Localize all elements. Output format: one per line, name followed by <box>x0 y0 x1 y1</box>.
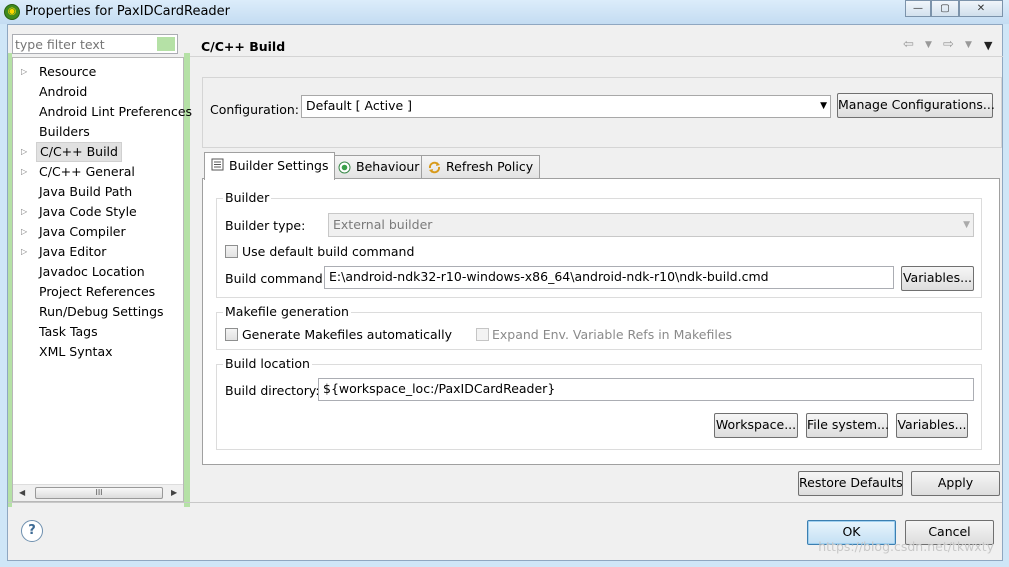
tree-horizontal-scrollbar[interactable]: ◀ III ▶ <box>13 484 183 501</box>
watermark: https://blog.csdn.net/tkwxty <box>818 539 994 554</box>
title-bar: ◉ Properties for PaxIDCardReader — ▢ ✕ <box>0 0 1009 24</box>
builder-group: Builder Builder type: External builder ▼… <box>216 190 982 298</box>
build-directory-label: Build directory: <box>225 383 320 398</box>
build-command-field[interactable]: E:\android-ndk32-r10-windows-x86_64\andr… <box>324 266 894 289</box>
expand-env-checkbox[interactable] <box>476 328 489 341</box>
minimize-button[interactable]: — <box>905 0 931 17</box>
expand-arrow-icon[interactable]: ▷ <box>21 162 27 182</box>
generate-makefiles-checkbox[interactable] <box>225 328 238 341</box>
apply-button[interactable]: Apply <box>911 471 1000 496</box>
workspace-button[interactable]: Workspace... <box>714 413 798 438</box>
tab-behaviour[interactable]: Behaviour <box>331 155 427 179</box>
radio-icon <box>338 161 351 174</box>
configuration-box: Configuration: Default [ Active ] ▼ Mana… <box>202 77 1002 148</box>
use-default-checkbox[interactable] <box>225 245 238 258</box>
expand-arrow-icon[interactable]: ▷ <box>21 142 27 162</box>
footer-separator <box>8 502 1002 503</box>
builder-group-title: Builder <box>223 190 272 205</box>
build-command-label: Build command: <box>225 271 327 286</box>
builder-variables-button[interactable]: Variables... <box>901 266 974 291</box>
back-icon[interactable]: ⇦ <box>903 37 914 52</box>
forward-icon[interactable]: ⇨ <box>943 37 954 52</box>
window-title: Properties for PaxIDCardReader <box>25 4 231 19</box>
makefile-group-title: Makefile generation <box>223 304 351 319</box>
dropdown-arrow-icon: ▼ <box>963 220 970 230</box>
location-variables-button[interactable]: Variables... <box>896 413 968 438</box>
tab-builder-settings[interactable]: Builder Settings <box>204 152 336 180</box>
makefile-group: Makefile generation Generate Makefiles a… <box>216 304 982 350</box>
refresh-icon <box>428 161 441 174</box>
expand-arrow-icon[interactable]: ▷ <box>21 222 27 242</box>
filter-box <box>12 34 178 54</box>
close-button[interactable]: ✕ <box>959 0 1003 17</box>
build-location-group: Build location Build directory: ${worksp… <box>216 356 982 450</box>
clear-filter-icon[interactable] <box>157 37 175 51</box>
scroll-thumb[interactable]: III <box>35 487 163 499</box>
restore-defaults-button[interactable]: Restore Defaults <box>798 471 903 496</box>
expand-arrow-icon[interactable]: ▷ <box>21 62 27 82</box>
file-system-button[interactable]: File system... <box>806 413 889 438</box>
header-separator <box>190 56 1003 57</box>
configuration-label: Configuration: <box>210 102 299 117</box>
dialog-client-area: ▷ Resource Android Android Lint Preferen… <box>7 24 1003 561</box>
manage-configurations-button[interactable]: Manage Configurations... <box>837 93 995 118</box>
filter-input[interactable] <box>13 35 153 53</box>
forward-menu-icon[interactable]: ▼ <box>965 40 972 50</box>
expand-env-label: Expand Env. Variable Refs in Makefiles <box>492 327 733 342</box>
scroll-right-icon[interactable]: ▶ <box>171 488 177 497</box>
builder-type-combo[interactable]: External builder ▼ <box>328 213 974 237</box>
dropdown-arrow-icon: ▼ <box>820 101 827 111</box>
expand-arrow-icon[interactable]: ▷ <box>21 242 27 262</box>
page-title: C/C++ Build <box>201 39 286 54</box>
app-icon: ◉ <box>4 4 20 20</box>
expand-arrow-icon[interactable]: ▷ <box>21 202 27 222</box>
back-menu-icon[interactable]: ▼ <box>925 40 932 50</box>
builder-type-label: Builder type: <box>225 218 306 233</box>
maximize-button[interactable]: ▢ <box>931 0 959 17</box>
tab-refresh-policy[interactable]: Refresh Policy <box>421 155 541 179</box>
configuration-combo[interactable]: Default [ Active ] ▼ <box>301 95 831 118</box>
view-menu-icon[interactable]: ▼ <box>984 39 992 52</box>
build-directory-field[interactable]: ${workspace_loc:/PaxIDCardReader} <box>318 378 974 401</box>
build-location-group-title: Build location <box>223 356 312 371</box>
list-icon <box>211 158 224 171</box>
property-tree: ▷ Resource Android Android Lint Preferen… <box>12 57 192 502</box>
use-default-label: Use default build command <box>242 244 415 259</box>
builder-settings-panel: Builder Builder type: External builder ▼… <box>202 178 1000 465</box>
generate-makefiles-label: Generate Makefiles automatically <box>242 327 453 342</box>
scroll-left-icon[interactable]: ◀ <box>19 488 25 497</box>
help-icon[interactable]: ? <box>21 520 43 542</box>
